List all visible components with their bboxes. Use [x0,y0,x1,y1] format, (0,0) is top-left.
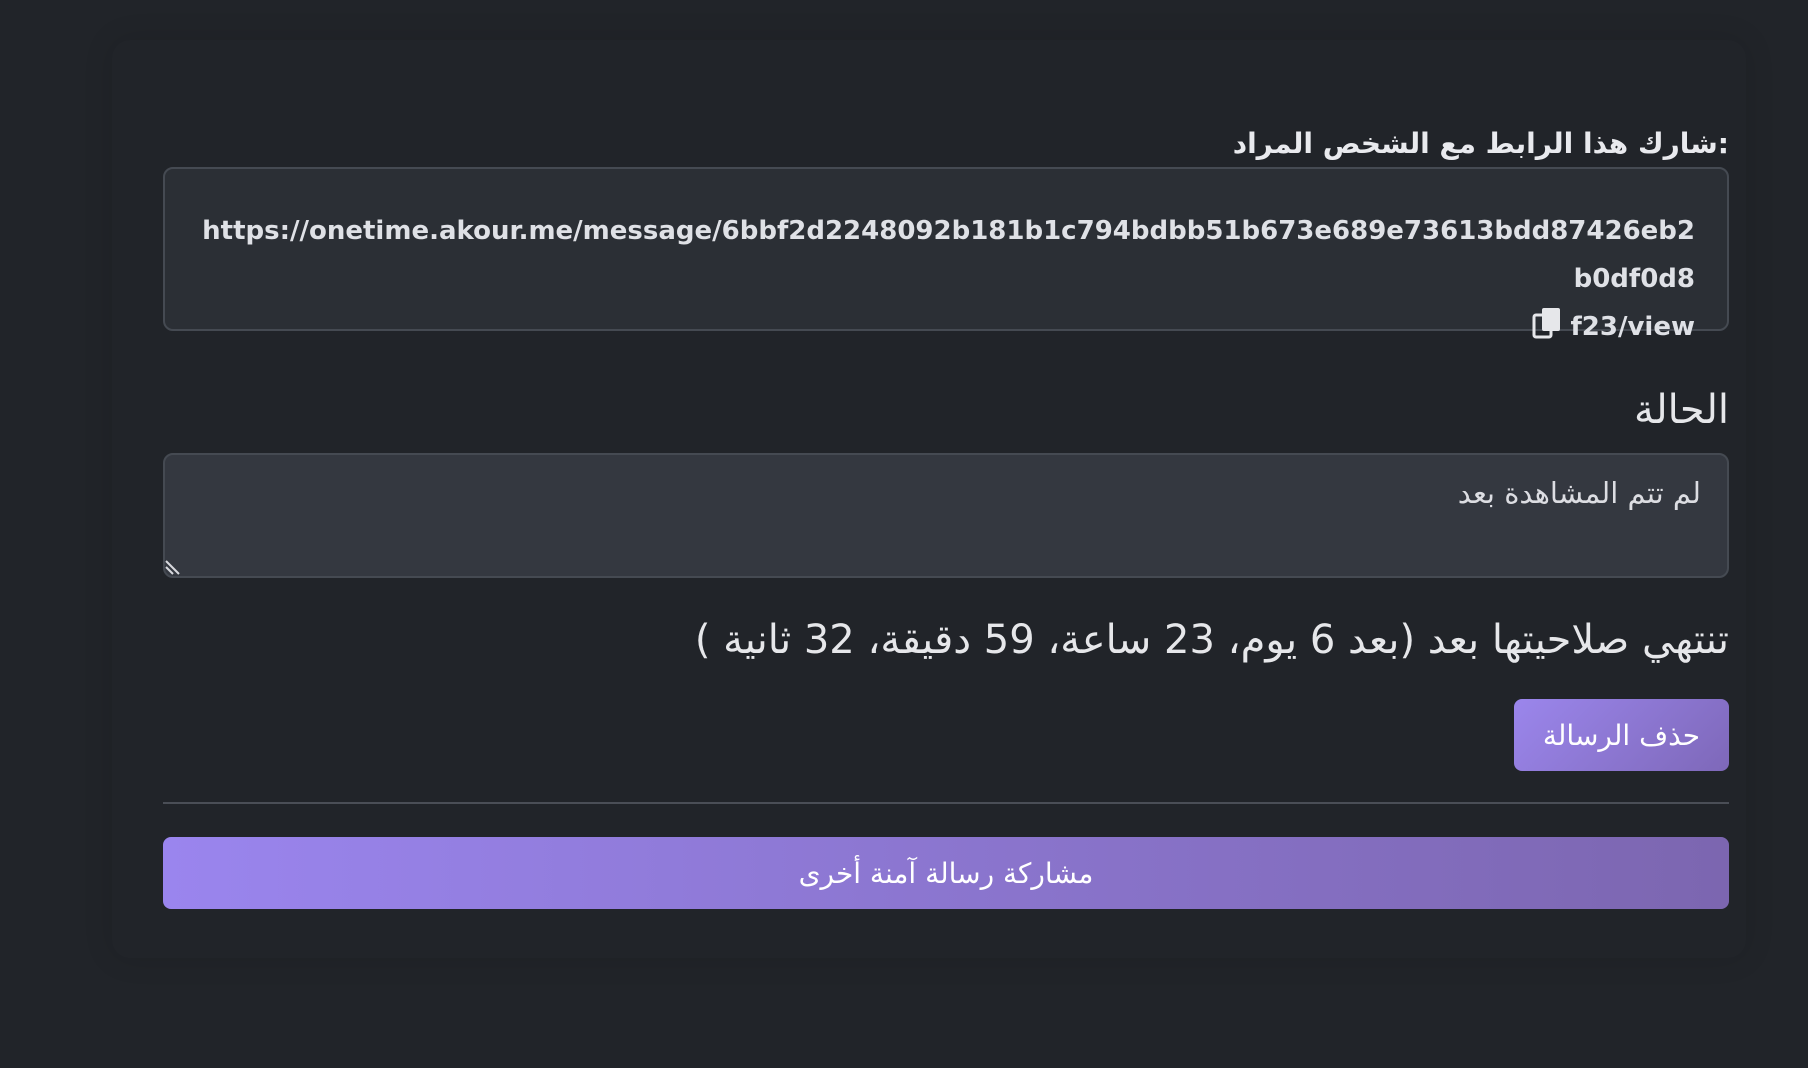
status-heading: الحالة [1634,387,1729,433]
resize-grip-icon[interactable] [165,560,181,576]
expiry-text: تنتهي صلاحيتها بعد (بعد 6 يوم، 23 ساعة، … [694,617,1729,663]
page: شارك هذا الرابط مع الشخص المراد: https:/… [0,0,1808,1068]
copy-icon[interactable] [1532,307,1562,339]
share-link-text[interactable]: https://onetime.akour.me/message/6bbf2d2… [197,207,1695,351]
share-link-box[interactable]: https://onetime.akour.me/message/6bbf2d2… [163,167,1729,342]
status-field[interactable] [163,453,1729,578]
share-link-line1[interactable]: https://onetime.akour.me/message/6bbf2d2… [202,216,1695,294]
delete-message-button[interactable]: حذف الرسالة [1514,699,1729,771]
share-another-button[interactable]: مشاركة رسالة آمنة أخرى [163,837,1729,909]
share-link-label: شارك هذا الرابط مع الشخص المراد: [1232,127,1729,160]
share-link-line2[interactable]: f23/view [1570,312,1695,342]
divider [163,802,1729,804]
